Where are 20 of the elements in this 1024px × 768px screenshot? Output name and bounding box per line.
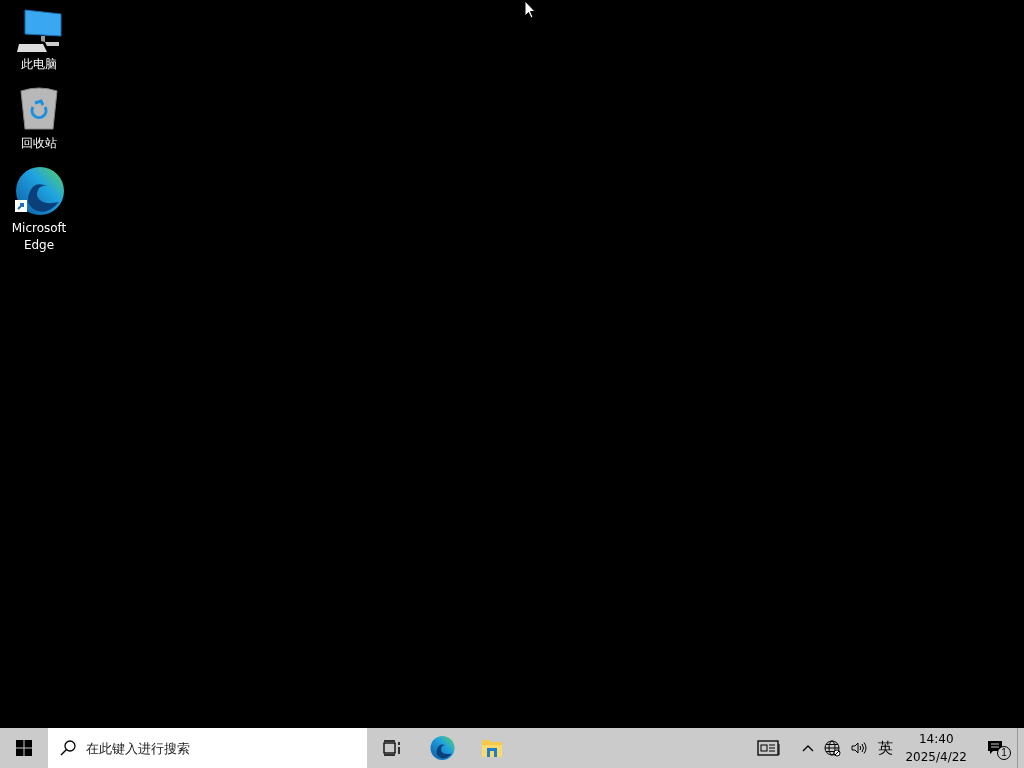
desktop-icon-label[interactable]: Microsoft Edge	[4, 220, 74, 254]
folder-icon	[481, 738, 503, 758]
windows-logo-icon	[16, 740, 32, 756]
computer-icon[interactable]	[15, 8, 63, 52]
news-icon[interactable]	[757, 740, 782, 756]
clock-button[interactable]: 14:40 2025/4/22	[899, 730, 973, 766]
search-icon	[60, 740, 76, 756]
network-globe-icon[interactable]	[824, 739, 842, 757]
desktop-icon-label[interactable]: 回收站	[4, 135, 74, 152]
browser-icon	[429, 735, 455, 761]
chevron-up-icon[interactable]	[802, 744, 815, 752]
trash-bin-icon[interactable]	[19, 87, 59, 131]
input-method-indicator[interactable]: 英	[878, 738, 894, 758]
notification-count: 1	[997, 746, 1011, 760]
desktop-icon-label[interactable]: 此电脑	[4, 56, 74, 73]
search-field[interactable]: 在此键入进行搜索	[48, 728, 367, 768]
task-view-icon	[383, 740, 401, 756]
speaker-icon[interactable]	[851, 741, 868, 755]
notification-button[interactable]: 1	[973, 728, 1017, 768]
browser-shortcut-icon[interactable]	[13, 166, 65, 216]
